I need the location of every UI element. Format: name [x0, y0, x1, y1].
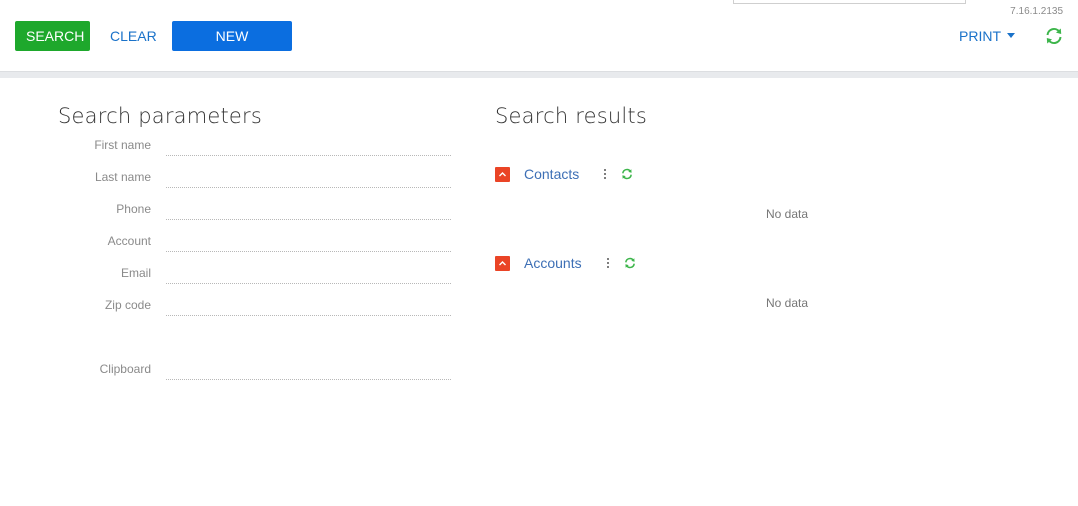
refresh-icon[interactable]: [1043, 25, 1065, 47]
field-label: Phone: [116, 202, 151, 216]
search-parameters-title: Search parameters: [58, 104, 263, 128]
accounts-no-data: No data: [765, 296, 809, 310]
caret-down-icon: [1007, 32, 1015, 38]
account-input[interactable]: [166, 232, 451, 252]
results-group-accounts: Accounts: [495, 255, 895, 277]
clear-button[interactable]: CLEAR: [99, 21, 168, 51]
field-email: Email: [0, 264, 460, 288]
phone-input[interactable]: [166, 200, 451, 220]
field-zip-code: Zip code: [0, 296, 460, 320]
refresh-icon[interactable]: [623, 256, 637, 270]
print-button-label: PRINT: [959, 28, 1001, 44]
field-label: Zip code: [104, 298, 151, 312]
field-label: Last name: [94, 170, 151, 184]
search-button[interactable]: SEARCH: [15, 21, 90, 51]
zip-code-input[interactable]: [166, 296, 451, 316]
accounts-group-title[interactable]: Accounts: [524, 255, 582, 271]
field-clipboard: Clipboard: [0, 360, 460, 384]
version-label: 7.16.1.2135: [1010, 6, 1063, 17]
first-name-input[interactable]: [166, 136, 451, 156]
search-results-title: Search results: [495, 104, 647, 128]
chevron-up-icon[interactable]: [495, 167, 510, 182]
print-button[interactable]: PRINT: [948, 21, 1026, 51]
contacts-no-data: No data: [765, 207, 809, 221]
field-phone: Phone: [0, 200, 460, 224]
email-input[interactable]: [166, 264, 451, 284]
results-group-contacts: Contacts: [495, 166, 895, 188]
top-search-box[interactable]: [733, 0, 966, 4]
contacts-group-title[interactable]: Contacts: [524, 166, 579, 182]
toolbar: SEARCH CLEAR NEW CONTACT PRINT: [0, 21, 1078, 74]
refresh-icon[interactable]: [620, 167, 634, 181]
clipboard-input[interactable]: [166, 360, 451, 380]
field-label: Email: [120, 266, 151, 280]
field-label: First name: [94, 138, 151, 152]
chevron-up-icon[interactable]: [495, 256, 510, 271]
last-name-input[interactable]: [166, 168, 451, 188]
page: 7.16.1.2135 SEARCH CLEAR NEW CONTACT PRI…: [0, 0, 1078, 506]
field-label: Clipboard: [99, 362, 151, 376]
field-label: Account: [107, 234, 151, 248]
new-contact-button[interactable]: NEW CONTACT: [172, 21, 292, 74]
field-last-name: Last name: [0, 168, 460, 192]
kebab-menu-icon[interactable]: [605, 256, 611, 272]
kebab-menu-icon[interactable]: [602, 167, 608, 183]
field-first-name: First name: [0, 136, 460, 160]
field-account: Account: [0, 232, 460, 256]
toolbar-divider: [0, 71, 1078, 78]
